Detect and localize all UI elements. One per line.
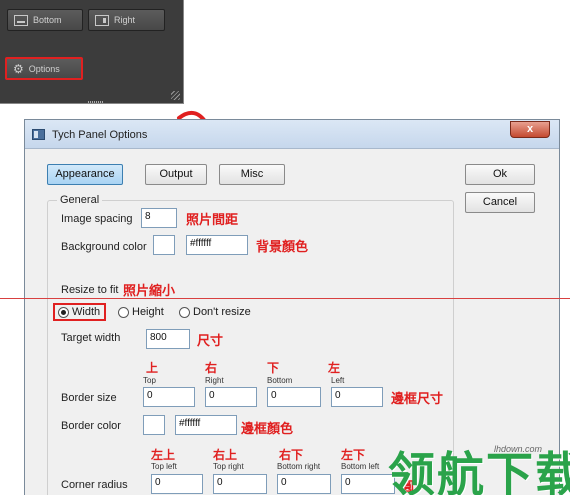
background-color-label: Background color [61, 241, 147, 253]
bottom-layout-label: Bottom [33, 15, 62, 25]
radio-dont-resize-label: Don't resize [193, 306, 251, 318]
layout-panel: Bottom Right ⚙ Options [0, 0, 184, 104]
radio-width-label: Width [72, 306, 101, 318]
corner-bottom-left-annotation: 左下 [341, 448, 366, 462]
border-left-input[interactable]: 0 [331, 387, 383, 407]
radio-height-label: Height [132, 306, 164, 318]
corner-bottom-right-input[interactable]: 0 [277, 474, 331, 494]
target-width-label: Target width [61, 332, 121, 344]
radio-dont-resize[interactable]: Don't resize [179, 306, 251, 318]
corner-top-right-annotation: 右上 [213, 448, 238, 462]
border-top-input[interactable]: 0 [143, 387, 195, 407]
border-color-input[interactable]: #ffffff [175, 415, 237, 435]
dialog-titlebar[interactable]: Tych Panel Options x [25, 120, 559, 149]
corner-top-right-label: Top right [213, 462, 244, 471]
corner-top-right-input[interactable]: 0 [213, 474, 267, 494]
app-icon [32, 129, 45, 140]
corner-top-left-input[interactable]: 0 [151, 474, 203, 494]
watermark-logo: 领航下载 [388, 448, 570, 495]
general-group-title: General [57, 194, 103, 206]
corner-top-left-label: Top left [151, 462, 177, 471]
radio-unselected-icon [118, 306, 129, 318]
right-layout-label: Right [114, 15, 136, 25]
tab-misc[interactable]: Misc [219, 164, 285, 185]
corner-top-left-annotation: 左上 [151, 448, 176, 462]
options-label: Options [28, 63, 60, 74]
ok-button[interactable]: Ok [465, 164, 535, 185]
resize-grip-icon[interactable] [171, 91, 180, 100]
border-top-annotation: 上 [146, 361, 159, 375]
border-size-annotation: 邊框尺寸 [391, 391, 444, 406]
bottom-layout-icon [14, 14, 28, 26]
border-color-swatch[interactable] [143, 415, 165, 435]
image-spacing-label: Image spacing [61, 213, 133, 225]
background-color-input[interactable]: #ffffff [186, 235, 248, 255]
corner-radius-label: Corner radius [61, 479, 128, 491]
right-layout-icon [95, 14, 109, 26]
background-color-annotation: 背景顏色 [256, 239, 309, 254]
cancel-button[interactable]: Cancel [465, 192, 535, 213]
image-spacing-input[interactable]: 8 [141, 208, 177, 228]
tab-appearance[interactable]: Appearance [47, 164, 123, 185]
corner-bottom-left-label: Bottom left [341, 462, 380, 471]
bottom-layout-button[interactable]: Bottom [7, 9, 83, 31]
border-left-annotation: 左 [328, 361, 341, 375]
close-button[interactable]: x [510, 121, 550, 138]
dialog-title: Tych Panel Options [52, 129, 148, 141]
options-button[interactable]: ⚙ Options [5, 57, 83, 80]
background-color-swatch[interactable] [153, 235, 175, 255]
corner-bottom-right-label: Bottom right [277, 462, 321, 471]
target-width-annotation: 尺寸 [197, 333, 224, 348]
border-top-label: Top [143, 376, 156, 385]
resize-to-fit-label: Resize to fit [61, 284, 119, 296]
border-bottom-input[interactable]: 0 [267, 387, 321, 407]
guide-line [0, 298, 570, 299]
image-spacing-annotation: 照片間距 [186, 212, 239, 227]
right-layout-button[interactable]: Right [88, 9, 165, 31]
corner-bottom-left-input[interactable]: 0 [341, 474, 395, 494]
gear-icon: ⚙ [13, 61, 24, 76]
border-bottom-label: Bottom [267, 376, 293, 385]
border-right-input[interactable]: 0 [205, 387, 257, 407]
border-bottom-annotation: 下 [267, 361, 280, 375]
radio-height[interactable]: Height [118, 306, 164, 318]
target-width-input[interactable]: 800 [146, 329, 190, 349]
radio-unselected-icon [179, 306, 190, 318]
border-color-label: Border color [61, 420, 121, 432]
border-size-label: Border size [61, 392, 117, 404]
panel-divider-grip[interactable] [88, 101, 104, 103]
resize-annotation: 照片縮小 [123, 283, 176, 298]
border-right-annotation: 右 [205, 361, 218, 375]
border-left-label: Left [331, 376, 345, 385]
tab-output[interactable]: Output [145, 164, 207, 185]
radio-selected-icon [58, 306, 69, 318]
border-color-annotation: 邊框顏色 [241, 421, 294, 436]
border-right-label: Right [205, 376, 224, 385]
corner-bottom-right-annotation: 右下 [279, 448, 304, 462]
radio-width[interactable]: Width [53, 303, 107, 321]
